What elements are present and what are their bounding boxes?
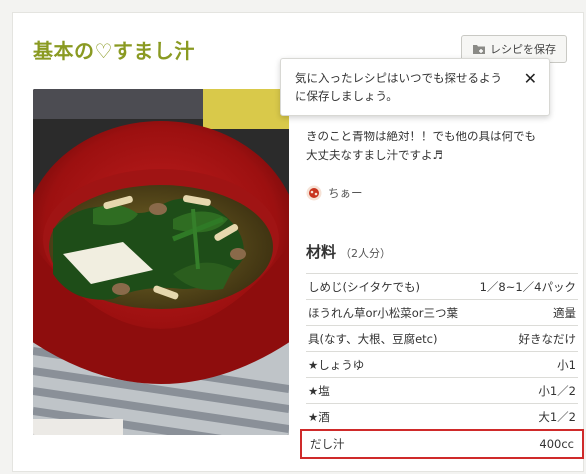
ingredient-row: ★しょうゆ 小1 xyxy=(306,352,578,378)
author-name: ちぁー xyxy=(328,186,363,200)
ingredient-name: ★酒 xyxy=(308,409,330,424)
ingredient-amount: 小1／2 xyxy=(538,383,576,398)
ingredient-name: ほうれん草or小松菜or三つ葉 xyxy=(308,305,459,320)
description-line-1: きのこと青物は絶対！！でも他の具は何でも xyxy=(306,131,536,143)
save-tooltip: 気に入ったレシピはいつでも探せるように保存しましょう。 ✕ xyxy=(280,58,550,116)
ingredients-table: しめじ(シイタケでも) 1／8~1／4パックほうれん草or小松菜or三つ葉 適量具(… xyxy=(300,273,584,459)
ingredient-name: 具(なす、大根、豆腐etc) xyxy=(308,331,438,346)
recipe-description: きのこと青物は絶対！！でも他の具は何でも 大丈夫なすまし汁ですよ♬ xyxy=(306,131,578,171)
servings: （2人分） xyxy=(340,247,392,260)
tooltip-text: 気に入ったレシピはいつでも探せるように保存しましょう。 xyxy=(295,71,502,103)
avatar-icon xyxy=(306,185,322,201)
ingredient-row: ★塩 小1／2 xyxy=(306,378,578,404)
close-icon[interactable]: ✕ xyxy=(524,71,537,87)
recipe-photo xyxy=(33,89,289,435)
ingredient-row: しめじ(シイタケでも) 1／8~1／4パック xyxy=(306,274,578,300)
ingredient-name: だし汁 xyxy=(310,437,345,451)
ingredient-amount: 適量 xyxy=(553,305,576,320)
ingredient-name: しめじ(シイタケでも) xyxy=(308,279,421,294)
author-link[interactable]: ちぁー xyxy=(306,185,363,201)
save-recipe-label: レシピを保存 xyxy=(490,43,556,56)
ingredient-amount: 1／8~1／4パック xyxy=(479,279,576,294)
ingredient-name: ★しょうゆ xyxy=(308,357,365,372)
ingredient-amount: 400cc xyxy=(539,437,574,451)
ingredients-heading: 材料 （2人分） xyxy=(306,241,391,262)
ingredient-amount: 大1／2 xyxy=(538,409,576,424)
ingredient-row: ほうれん草or小松菜or三つ葉 適量 xyxy=(306,300,578,326)
folder-icon xyxy=(472,43,486,55)
ingredient-row: 具(なす、大根、豆腐etc) 好きなだけ xyxy=(306,326,578,352)
ingredient-amount: 好きなだけ xyxy=(518,331,577,346)
ingredient-row: だし汁 400cc xyxy=(300,429,584,459)
ingredients-title: 材料 xyxy=(306,243,337,261)
ingredient-row: ★酒 大1／2 xyxy=(306,404,578,430)
recipe-title: 基本の♡すまし汁 xyxy=(33,39,195,63)
description-line-2: 大丈夫なすまし汁ですよ♬ xyxy=(306,148,443,162)
ingredient-amount: 小1 xyxy=(557,357,576,372)
ingredient-name: ★塩 xyxy=(308,383,330,398)
